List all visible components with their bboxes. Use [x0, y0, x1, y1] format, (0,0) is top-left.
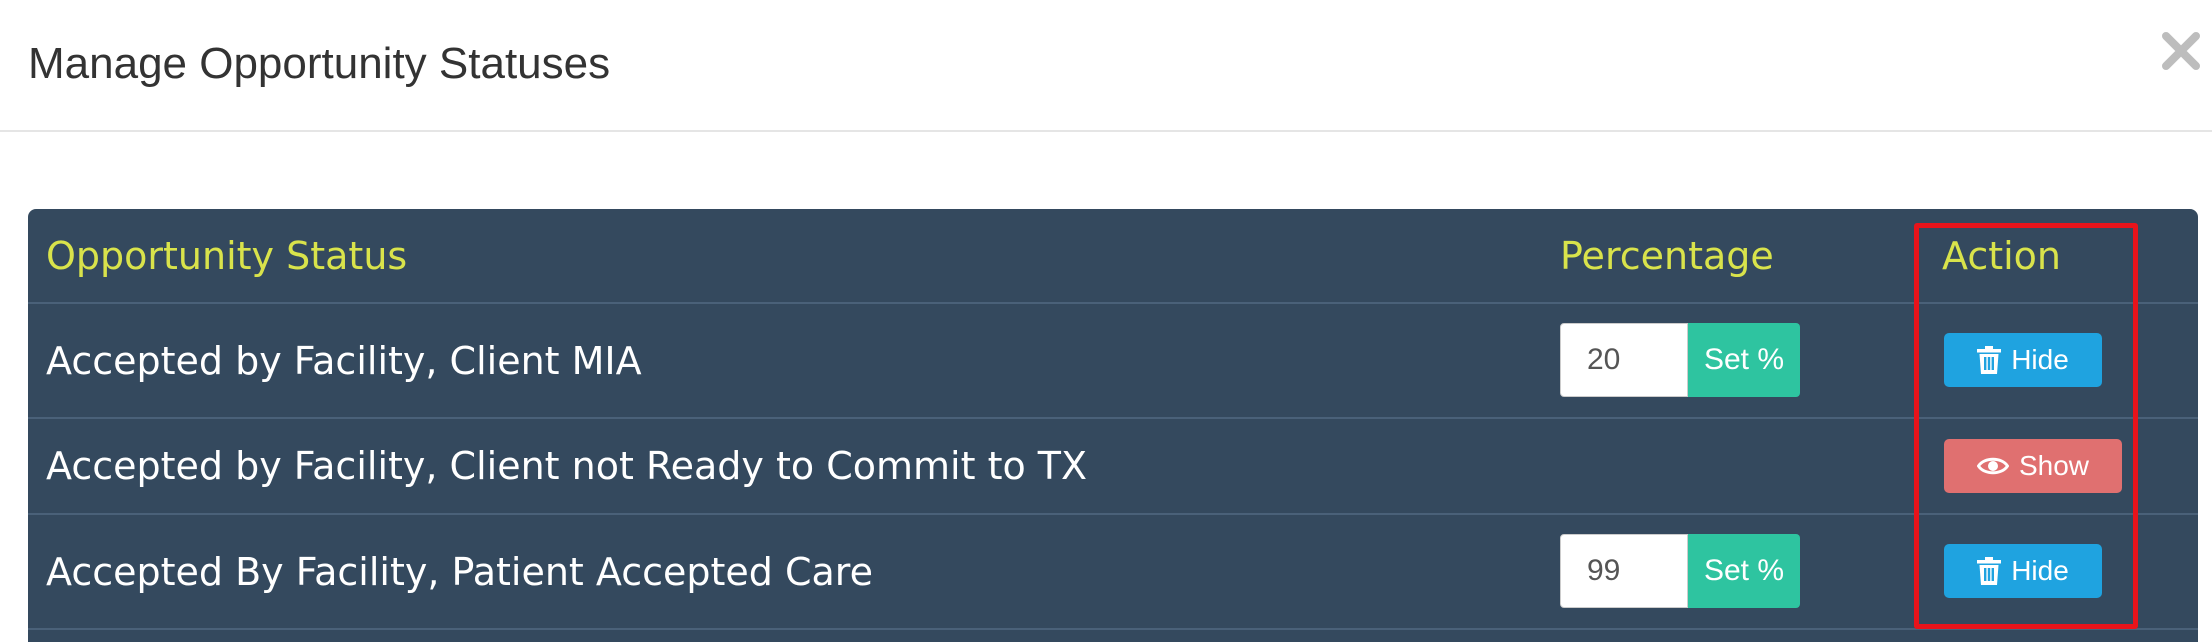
action-label: Hide	[2011, 344, 2069, 375]
table-row: Accepted by Facility, Client not Ready t…	[28, 419, 2198, 515]
set-percentage-button[interactable]: Set %	[1688, 323, 1800, 397]
column-header-action: Action	[1942, 234, 2062, 278]
table-header-row: Opportunity Status Percentage Action	[28, 209, 2198, 304]
trash-icon	[1977, 346, 2002, 374]
statuses-table: Opportunity Status Percentage Action Acc…	[28, 209, 2198, 642]
close-icon	[2162, 32, 2200, 70]
percentage-input[interactable]	[1560, 323, 1688, 397]
status-name: Accepted by Facility, Client MIA	[46, 339, 642, 383]
close-button[interactable]	[2158, 28, 2204, 74]
modal-header: Manage Opportunity Statuses	[0, 0, 2212, 132]
hide-button[interactable]: Hide	[1944, 544, 2102, 598]
column-header-percentage: Percentage	[1560, 234, 1774, 278]
action-label: Show	[2018, 450, 2090, 481]
status-name: Accepted by Facility, Client not Ready t…	[46, 444, 1088, 488]
set-percentage-button[interactable]: Set %	[1688, 534, 1800, 608]
show-button[interactable]: Show	[1944, 439, 2122, 493]
column-header-status: Opportunity Status	[46, 234, 408, 278]
table-row: Accepted By Facility, Patient Accepted C…	[28, 515, 2198, 630]
action-label: Hide	[2011, 555, 2069, 586]
percentage-input-group: Set %	[1560, 534, 1800, 608]
table-row: Accepted by Facility, Client MIA Set % H…	[28, 304, 2198, 419]
percentage-input-group: Set %	[1560, 323, 1800, 397]
manage-statuses-modal: Manage Opportunity Statuses Opportunity …	[0, 0, 2212, 642]
percentage-input[interactable]	[1560, 534, 1688, 608]
hide-button[interactable]: Hide	[1944, 333, 2102, 387]
status-name: Accepted By Facility, Patient Accepted C…	[46, 550, 873, 594]
trash-icon	[1977, 557, 2002, 585]
eye-icon	[1976, 457, 2009, 475]
modal-title: Manage Opportunity Statuses	[28, 39, 611, 88]
